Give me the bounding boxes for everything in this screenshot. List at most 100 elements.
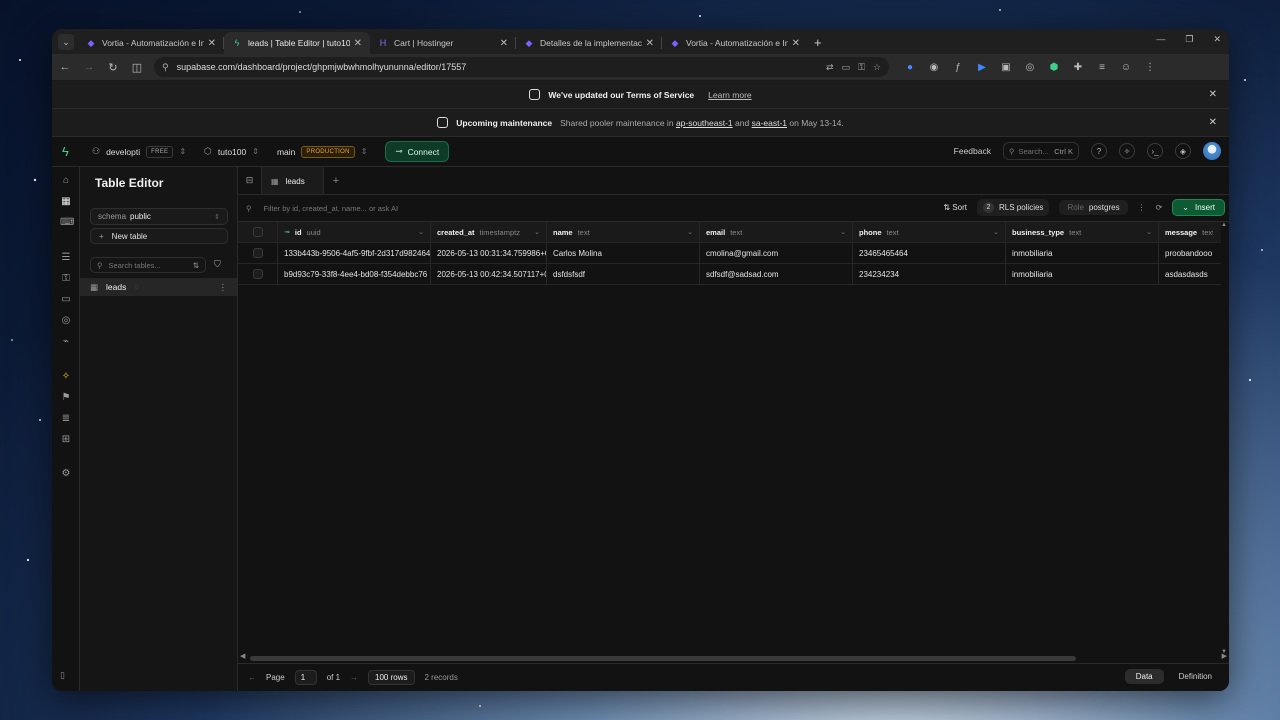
- extension-icon[interactable]: ◎: [1023, 62, 1037, 73]
- page-number-input[interactable]: 1: [294, 670, 317, 685]
- observability-icon[interactable]: ⚑: [60, 392, 72, 404]
- extension-icon[interactable]: ▣: [999, 62, 1013, 73]
- split-view-icon[interactable]: ◫: [130, 61, 144, 74]
- cell-name[interactable]: Carlos Molina: [547, 243, 700, 263]
- row-checkbox[interactable]: [252, 248, 263, 258]
- scroll-left-icon[interactable]: ◀: [240, 652, 245, 660]
- cell-email[interactable]: sdfsdf@sadsad.com: [700, 264, 853, 284]
- reading-list-icon[interactable]: ≡: [1095, 62, 1109, 73]
- edge-functions-icon[interactable]: ◎: [60, 315, 72, 327]
- cell-created-at[interactable]: 2026-05-13 00:31:34.759986+00: [431, 243, 547, 263]
- cast-icon[interactable]: ▭: [842, 62, 851, 73]
- home-icon[interactable]: ⌂: [60, 175, 72, 187]
- puzzle-extensions-icon[interactable]: ✚: [1071, 62, 1085, 73]
- more-options-icon[interactable]: ⋮: [1138, 203, 1146, 212]
- chevron-down-icon[interactable]: ⌄: [840, 228, 846, 236]
- site-info-icon[interactable]: ⚲: [162, 62, 169, 73]
- close-icon[interactable]: ✕: [354, 38, 362, 49]
- chevron-down-icon[interactable]: ⌄: [418, 228, 424, 236]
- tab-list-icon[interactable]: ⊟: [238, 167, 262, 194]
- close-icon[interactable]: ✕: [500, 38, 508, 49]
- sql-editor-icon[interactable]: ⌨: [60, 217, 74, 229]
- data-view-tab[interactable]: Data: [1124, 669, 1164, 684]
- browser-tab[interactable]: ◆ Vortia - Automatización e Inteli ✕: [78, 32, 224, 54]
- row-checkbox-cell[interactable]: [238, 243, 278, 263]
- close-icon[interactable]: ✕: [1209, 89, 1217, 100]
- editor-tab-leads[interactable]: ▦ leads: [262, 167, 324, 194]
- browser-menu-icon[interactable]: ⋮: [1143, 62, 1157, 73]
- cell-id[interactable]: 133b443b-9506-4af5-9fbf-2d317d982464: [278, 243, 431, 263]
- cell-business-type[interactable]: inmobiliaria: [1006, 264, 1159, 284]
- close-icon[interactable]: ✕: [792, 38, 800, 49]
- sort-icon[interactable]: ⇅: [193, 261, 199, 270]
- table-row[interactable]: b9d93c79-33f8-4ee4-bd08-f354debbc76 2026…: [238, 264, 1221, 285]
- new-tab-plus-icon[interactable]: +: [814, 35, 822, 50]
- terminal-icon[interactable]: ›_: [1147, 143, 1163, 159]
- branch-selector[interactable]: main PRODUCTION ⇕: [277, 145, 367, 158]
- horizontal-scrollbar[interactable]: ◀ ▶: [240, 652, 1227, 662]
- sidebar-toggle-icon[interactable]: ▯: [60, 670, 65, 681]
- user-avatar[interactable]: [1203, 142, 1221, 160]
- select-all-checkbox-cell[interactable]: [238, 222, 278, 242]
- new-table-button[interactable]: + New table: [90, 228, 228, 244]
- column-header-id[interactable]: ⊸ id uuid ⌄: [278, 222, 431, 242]
- definition-view-tab[interactable]: Definition: [1168, 669, 1223, 684]
- region-link[interactable]: ap-southeast-1: [676, 118, 733, 128]
- address-bar[interactable]: ⚲ supabase.com/dashboard/project/ghpmjwb…: [154, 57, 889, 77]
- close-window-icon[interactable]: ✕: [1213, 34, 1221, 45]
- play-extension-icon[interactable]: ▶: [975, 62, 989, 73]
- database-icon[interactable]: ☰: [60, 252, 72, 264]
- browser-tab[interactable]: ◆ Vortia - Automatización e Inteli ✕: [662, 32, 808, 54]
- column-header-business-type[interactable]: business_type text ⌄: [1006, 222, 1159, 242]
- help-icon[interactable]: ?: [1091, 143, 1107, 159]
- cell-email[interactable]: cmolina@gmail.com: [700, 243, 853, 263]
- rows-per-page-button[interactable]: 100 rows: [368, 670, 415, 685]
- reload-icon[interactable]: ↻: [106, 61, 120, 74]
- tab-search-icon[interactable]: ⌄: [58, 34, 74, 50]
- cell-name[interactable]: dsfdsfsdf: [547, 264, 700, 284]
- org-selector[interactable]: ⚇ developti FREE ⇕: [92, 145, 186, 158]
- previous-page-icon[interactable]: ←: [248, 673, 256, 682]
- scroll-right-icon[interactable]: ▶: [1222, 652, 1227, 660]
- chevron-down-icon[interactable]: ⌄: [687, 228, 693, 236]
- integrations-icon[interactable]: ⊞: [60, 434, 72, 446]
- schema-selector[interactable]: schema public ⇕: [90, 208, 228, 225]
- close-icon[interactable]: ✕: [1209, 117, 1217, 128]
- supabase-logo-icon[interactable]: ϟ: [62, 144, 76, 159]
- cell-id[interactable]: b9d93c79-33f8-4ee4-bd08-f354debbc76: [278, 264, 431, 284]
- browser-tab-active[interactable]: ϟ leads | Table Editor | tuto100 | s ✕: [224, 32, 370, 54]
- feedback-button[interactable]: Feedback: [954, 146, 991, 156]
- row-checkbox-cell[interactable]: [238, 264, 278, 284]
- cell-message[interactable]: proobandooo: [1159, 243, 1213, 263]
- vertical-scrollbar[interactable]: ▲ ▼: [1221, 222, 1229, 655]
- column-header-email[interactable]: email text ⌄: [700, 222, 853, 242]
- search-tables-input[interactable]: ⚲ Search tables... ⇅: [90, 257, 206, 273]
- chevron-down-icon[interactable]: ⌄: [993, 228, 999, 236]
- chevron-down-icon[interactable]: ⌄: [1146, 228, 1152, 236]
- cell-business-type[interactable]: inmobiliaria: [1006, 243, 1159, 263]
- select-all-checkbox[interactable]: [252, 227, 263, 237]
- camera-extension-icon[interactable]: ◉: [927, 62, 941, 73]
- formula-extension-icon[interactable]: ƒ: [951, 62, 965, 73]
- cell-phone[interactable]: 23465465464: [853, 243, 1006, 263]
- region-link[interactable]: sa-east-1: [752, 118, 787, 128]
- global-search[interactable]: ⚲ Search... Ctrl K: [1003, 142, 1079, 160]
- filter-icon[interactable]: ⛉: [214, 259, 221, 270]
- extension-icon[interactable]: ⬢: [1047, 62, 1061, 73]
- scrollbar-thumb[interactable]: [250, 656, 1076, 661]
- add-tab-plus-icon[interactable]: +: [324, 167, 348, 194]
- advisor-icon[interactable]: ◈: [1175, 143, 1191, 159]
- restore-icon[interactable]: ❐: [1185, 34, 1193, 45]
- browser-tab[interactable]: ◆ Detalles de la implementación | ✕: [516, 32, 662, 54]
- close-icon[interactable]: ✕: [208, 38, 216, 49]
- next-page-icon[interactable]: →: [350, 673, 358, 682]
- settings-gear-icon[interactable]: ⚙: [60, 468, 72, 480]
- role-selector[interactable]: Role postgres: [1059, 200, 1128, 215]
- translate-icon[interactable]: ⇄: [826, 62, 834, 73]
- column-header-message[interactable]: message text: [1159, 222, 1213, 242]
- filter-input[interactable]: Filter by id, created_at, name... or ask…: [264, 204, 399, 213]
- profile-avatar-icon[interactable]: ☺: [1119, 62, 1133, 73]
- auth-lock-icon[interactable]: ⚿: [60, 273, 72, 285]
- refresh-icon[interactable]: ⟳: [1156, 203, 1163, 212]
- cell-message[interactable]: asdasdasds: [1159, 264, 1213, 284]
